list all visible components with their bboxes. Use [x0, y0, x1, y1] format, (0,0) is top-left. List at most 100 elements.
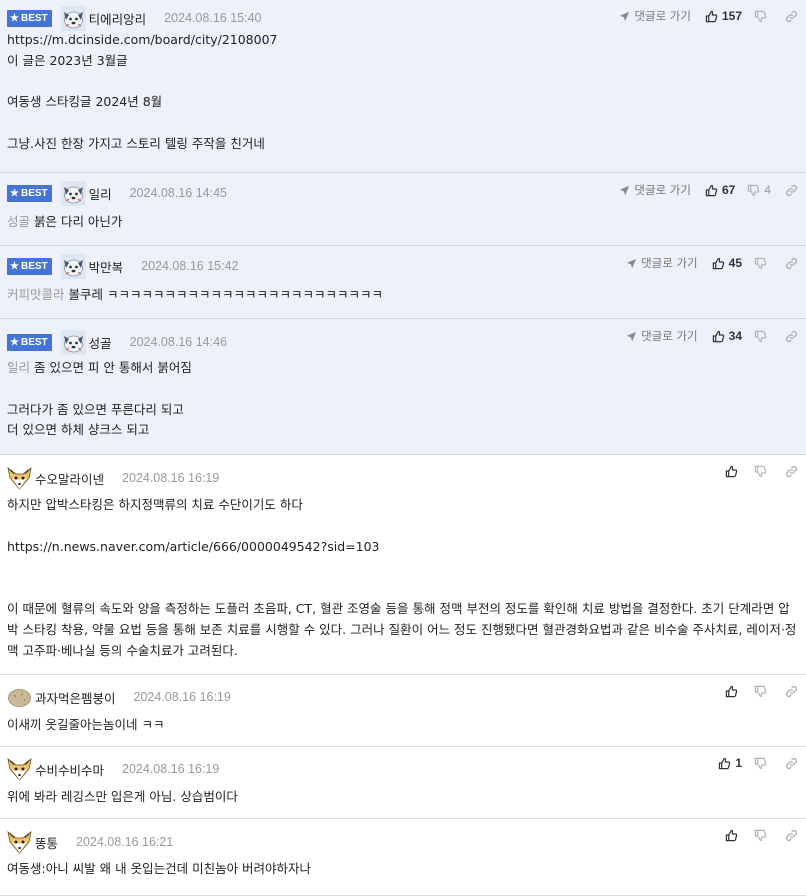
- comment-nickname[interactable]: 티에리앙리: [89, 9, 147, 28]
- dislike-button[interactable]: [754, 465, 771, 478]
- comment-date: 2024.08.16 15:40: [164, 11, 262, 25]
- comment-date: 2024.08.16 16:19: [133, 690, 231, 704]
- copy-link-button[interactable]: [785, 257, 798, 270]
- thumbs-up-icon: [725, 465, 738, 478]
- mention-nickname[interactable]: 성골: [7, 214, 30, 229]
- go-to-reply-link[interactable]: 댓글로 가기: [619, 8, 691, 24]
- like-button[interactable]: 45: [712, 256, 742, 270]
- comment-text: 위에 봐라 레깅스만 입은게 아님. 상습범이다: [7, 789, 238, 804]
- comment-line: [7, 113, 798, 134]
- comment-body: 성골 붉은 다리 아닌가: [7, 212, 798, 233]
- like-button[interactable]: [725, 829, 742, 842]
- best-badge-label: BEST: [20, 260, 48, 272]
- copy-link-button[interactable]: [785, 757, 798, 770]
- comment-line: 성골 붉은 다리 아닌가: [7, 212, 798, 233]
- comment-body: https://m.dcinside.com/board/city/210800…: [7, 30, 798, 155]
- comment-text: 그냥.사진 한장 가지고 스토리 텔링 주작을 친거네: [7, 135, 265, 151]
- go-to-reply-link[interactable]: 댓글로 가기: [626, 328, 698, 344]
- copy-link-button[interactable]: [785, 184, 798, 197]
- star-icon: ★: [10, 336, 19, 348]
- comment-nickname[interactable]: 성골: [89, 333, 112, 352]
- comment-nickname[interactable]: 과자먹은펨붕이: [35, 688, 116, 707]
- link-icon: [785, 829, 798, 842]
- dislike-button[interactable]: [754, 330, 771, 343]
- copy-link-button[interactable]: [785, 465, 798, 478]
- best-badge: ★ BEST: [7, 257, 52, 275]
- dislike-button[interactable]: [754, 257, 771, 270]
- fox-face-icon[interactable]: [7, 757, 32, 782]
- copy-link-button[interactable]: [785, 10, 798, 23]
- link-icon: [785, 685, 798, 698]
- comment-text: 여동생 스타킹글 2024년 8월: [7, 94, 163, 110]
- like-button[interactable]: [725, 685, 742, 698]
- comment-text: 좀 있으면 피 안 통해서 붉어짐: [30, 360, 192, 375]
- comment-line: 이 때문에 혈류의 속도와 양을 측정하는 도플러 초음파, CT, 혈관 조영…: [7, 599, 798, 661]
- comment-line: 이 글은 2023년 3월글: [7, 51, 798, 72]
- thumbs-down-icon: [754, 465, 767, 478]
- go-to-reply-link[interactable]: 댓글로 가기: [626, 255, 698, 271]
- comment-text: 하지만 압박스타킹은 하지정맥류의 치료 수단이기도 하다: [7, 497, 303, 512]
- comment-date: 2024.08.16 14:45: [129, 186, 227, 200]
- like-count: 67: [721, 183, 736, 197]
- like-button[interactable]: 67: [705, 183, 735, 197]
- star-icon: ★: [10, 12, 19, 24]
- dccon-dog-icon[interactable]: [61, 181, 86, 206]
- comment-nickname[interactable]: 일리: [89, 184, 112, 203]
- comment-text: 볼쿠레 ㅋㅋㅋㅋㅋㅋㅋㅋㅋㅋㅋㅋㅋㅋㅋㅋㅋㅋㅋㅋㅋㅋㅋㅋ: [64, 287, 383, 302]
- dislike-button[interactable]: 4: [747, 183, 771, 197]
- dccon-dog-icon[interactable]: [61, 330, 86, 355]
- comment-nickname[interactable]: 수오말라이넨: [35, 469, 104, 488]
- fox-face-icon[interactable]: [7, 466, 32, 491]
- dislike-button[interactable]: [754, 10, 771, 23]
- copy-link-button[interactable]: [785, 330, 798, 343]
- star-icon: ★: [10, 187, 19, 199]
- copy-link-button[interactable]: [785, 829, 798, 842]
- dccon-dog-icon[interactable]: [61, 6, 86, 31]
- like-button[interactable]: 1: [718, 756, 742, 770]
- like-button[interactable]: 157: [705, 9, 742, 23]
- potato-icon[interactable]: [7, 685, 32, 710]
- link-icon: [785, 184, 798, 197]
- comment-header: ★ BEST 성골 2024.08.16 14:46: [7, 324, 227, 360]
- comment-nickname[interactable]: 박만복: [89, 257, 124, 276]
- like-button[interactable]: 34: [712, 329, 742, 343]
- like-count: 157: [721, 9, 742, 23]
- comment-text: 더 있으면 하체 샹크스 되고: [7, 422, 150, 438]
- thumbs-down-icon: [754, 829, 767, 842]
- send-arrow-icon: [626, 258, 637, 269]
- dislike-button[interactable]: [754, 685, 771, 698]
- dccon-dog-icon[interactable]: [61, 254, 86, 279]
- comment-actions: [725, 820, 798, 850]
- comment-nickname[interactable]: 똥통: [35, 833, 58, 852]
- comment-line: https://m.dcinside.com/board/city/210800…: [7, 30, 798, 51]
- mention-nickname[interactable]: 일리: [7, 360, 30, 375]
- mention-nickname[interactable]: 커피맛콜라: [7, 287, 65, 302]
- best-badge-label: BEST: [20, 336, 48, 348]
- dislike-button[interactable]: [754, 757, 771, 770]
- thumbs-up-icon: [725, 829, 738, 842]
- comment-text: https://n.news.naver.com/article/666/000…: [7, 538, 380, 554]
- like-count: 45: [728, 256, 742, 270]
- comment-date: 2024.08.16 16:19: [122, 471, 220, 485]
- comment: 수비수비수마 2024.08.16 16:19 1 위에 봐라 레깅스만 입은게 아님…: [0, 747, 806, 819]
- comment-text: 그러다가 좀 있으면 푸른다리 되고: [7, 401, 184, 417]
- go-to-reply-link[interactable]: 댓글로 가기: [619, 182, 691, 198]
- comment-nickname[interactable]: 수비수비수마: [35, 760, 104, 779]
- go-to-reply-label: 댓글로 가기: [641, 256, 698, 270]
- comment: 수오말라이넨 2024.08.16 16:19 하지만 압박스타킹은 하지정맥류의 …: [0, 455, 806, 675]
- comment-line: [7, 578, 798, 599]
- like-button[interactable]: [725, 465, 742, 478]
- dislike-count: 4: [764, 183, 771, 197]
- fox-face-icon[interactable]: [7, 830, 32, 855]
- best-comment: ★ BEST 박만복 2024.08.16 15:42 댓글로 가기 45 커피맛콜라 볼쿠…: [0, 246, 806, 319]
- copy-link-button[interactable]: [785, 685, 798, 698]
- comment-header: 똥통 2024.08.16 16:21: [7, 824, 173, 860]
- thumbs-down-icon: [747, 184, 760, 197]
- comment-body: 하지만 압박스타킹은 하지정맥류의 치료 수단이기도 하다 https://n.n…: [7, 495, 798, 661]
- link-icon: [785, 257, 798, 270]
- dislike-button[interactable]: [754, 829, 771, 842]
- link-icon: [785, 465, 798, 478]
- comment-date: 2024.08.16 16:19: [122, 762, 220, 776]
- comment-line: [7, 557, 798, 578]
- send-arrow-icon: [619, 185, 630, 196]
